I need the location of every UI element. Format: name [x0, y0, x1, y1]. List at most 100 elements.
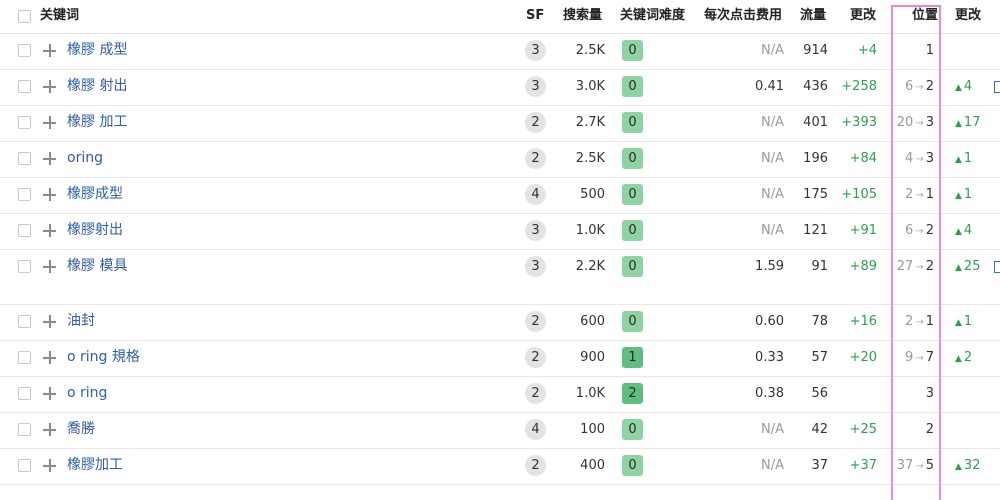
- traffic-change-value: +84: [849, 151, 877, 166]
- plus-icon[interactable]: [43, 459, 56, 472]
- col-sf[interactable]: SF: [526, 8, 544, 24]
- plus-icon[interactable]: [43, 80, 56, 93]
- plus-icon[interactable]: [43, 423, 56, 436]
- position-value: 4 → 3: [888, 151, 934, 168]
- row-checkbox[interactable]: [18, 152, 31, 165]
- col-traffic[interactable]: 流量: [800, 8, 826, 24]
- kd-badge: 0: [622, 455, 643, 476]
- row-checkbox[interactable]: [18, 423, 31, 436]
- plus-icon[interactable]: [43, 351, 56, 364]
- row-checkbox[interactable]: [18, 387, 31, 400]
- col-position[interactable]: 位置: [912, 8, 938, 24]
- sf-badge[interactable]: 3: [525, 220, 546, 241]
- plus-icon[interactable]: [43, 44, 56, 57]
- keyword-link[interactable]: 橡膠成型: [67, 186, 123, 202]
- position-current: 3: [925, 151, 934, 166]
- traffic-change-value: +393: [841, 115, 877, 130]
- position-change-value: ▲ 32: [955, 458, 980, 475]
- position-current: 1: [925, 187, 934, 202]
- keyword-link[interactable]: 油封: [67, 313, 95, 329]
- keyword-link[interactable]: 橡膠 射出: [67, 78, 127, 94]
- sf-badge[interactable]: 3: [525, 256, 546, 277]
- position-change-number: 2: [963, 350, 973, 365]
- kd-badge: 0: [622, 311, 643, 332]
- position-previous: 6: [905, 223, 914, 238]
- sf-badge[interactable]: 4: [525, 184, 546, 205]
- position-value: 9 → 7: [888, 350, 934, 367]
- sf-badge[interactable]: 3: [525, 40, 546, 61]
- cpc-value: 0.33: [755, 350, 784, 365]
- table-row: 橡膠加工 2 400 0 N/A 37 +37 37 → 5 ▲ 32: [0, 448, 1000, 485]
- table-row: 橡膠 模具 3 2.2K 0 1.59 91 +89 27 → 2 ▲ 25: [0, 249, 1000, 305]
- plus-icon[interactable]: [43, 224, 56, 237]
- row-checkbox[interactable]: [18, 351, 31, 364]
- serp-feature-icon[interactable]: [994, 261, 1000, 273]
- serp-feature-icon[interactable]: [994, 81, 1000, 93]
- col-keyword[interactable]: 关键词: [40, 8, 79, 24]
- sf-badge[interactable]: 2: [525, 347, 546, 368]
- triangle-up-icon: ▲: [955, 263, 962, 273]
- plus-icon[interactable]: [43, 188, 56, 201]
- row-checkbox[interactable]: [18, 260, 31, 273]
- sf-badge[interactable]: 2: [525, 112, 546, 133]
- col-change[interactable]: 更改: [850, 8, 876, 24]
- row-checkbox[interactable]: [18, 224, 31, 237]
- plus-icon[interactable]: [43, 315, 56, 328]
- plus-icon[interactable]: [43, 152, 56, 165]
- col-position-change[interactable]: 更改: [955, 8, 981, 24]
- traffic-value: 91: [811, 259, 828, 274]
- position-change-number: 32: [963, 458, 981, 473]
- keyword-link[interactable]: 橡膠 成型: [67, 42, 127, 58]
- kd-badge: 0: [622, 112, 643, 133]
- position-current: 3: [925, 115, 934, 130]
- position-current: 1: [925, 314, 934, 329]
- sf-badge[interactable]: 2: [525, 383, 546, 404]
- triangle-up-icon: ▲: [955, 318, 962, 328]
- traffic-change-value: +16: [849, 314, 877, 329]
- cpc-value: 1.59: [755, 259, 784, 274]
- sf-badge[interactable]: 4: [525, 419, 546, 440]
- sf-badge[interactable]: 2: [525, 455, 546, 476]
- col-kd[interactable]: 关键词难度: [620, 8, 685, 24]
- select-all-checkbox[interactable]: [18, 10, 31, 23]
- traffic-change-value: +37: [849, 458, 877, 473]
- row-checkbox[interactable]: [18, 315, 31, 328]
- col-cpc[interactable]: 每次点击费用: [704, 8, 782, 24]
- sf-badge[interactable]: 2: [525, 311, 546, 332]
- plus-icon[interactable]: [43, 387, 56, 400]
- kd-badge: 0: [622, 220, 643, 241]
- sf-badge[interactable]: 3: [525, 76, 546, 97]
- traffic-change-value: +25: [849, 422, 877, 437]
- position-change-value: ▲ 4: [955, 223, 972, 240]
- keyword-link[interactable]: 喬勝: [67, 421, 95, 437]
- keyword-link[interactable]: 橡膠加工: [67, 457, 123, 473]
- position-change-number: 17: [963, 115, 981, 130]
- arrow-right-icon: →: [915, 226, 924, 237]
- keyword-link[interactable]: 橡膠 加工: [67, 114, 127, 130]
- sf-badge[interactable]: 2: [525, 148, 546, 169]
- cpc-value: N/A: [761, 187, 784, 202]
- plus-icon[interactable]: [43, 116, 56, 129]
- plus-icon[interactable]: [43, 260, 56, 273]
- keyword-link[interactable]: oring: [67, 150, 103, 166]
- traffic-value: 175: [803, 187, 828, 202]
- traffic-change-value: +4: [857, 43, 877, 58]
- keyword-link[interactable]: 橡膠射出: [67, 222, 123, 238]
- keyword-link[interactable]: 橡膠 模具: [67, 258, 127, 274]
- row-checkbox[interactable]: [18, 80, 31, 93]
- row-checkbox[interactable]: [18, 188, 31, 201]
- position-current: 2: [925, 259, 934, 274]
- row-checkbox[interactable]: [18, 116, 31, 129]
- keyword-link[interactable]: o ring: [67, 385, 107, 401]
- arrow-right-icon: →: [915, 154, 924, 165]
- keyword-link[interactable]: o ring 規格: [67, 349, 140, 365]
- kd-badge: 0: [622, 184, 643, 205]
- position-previous: 37: [896, 458, 914, 473]
- row-checkbox[interactable]: [18, 44, 31, 57]
- position-value: 27 → 2: [888, 259, 934, 276]
- traffic-value: 78: [811, 314, 828, 329]
- col-volume[interactable]: 搜索量: [563, 8, 602, 24]
- traffic-change-value: +20: [849, 350, 877, 365]
- position-change-value: ▲ 1: [955, 187, 972, 204]
- row-checkbox[interactable]: [18, 459, 31, 472]
